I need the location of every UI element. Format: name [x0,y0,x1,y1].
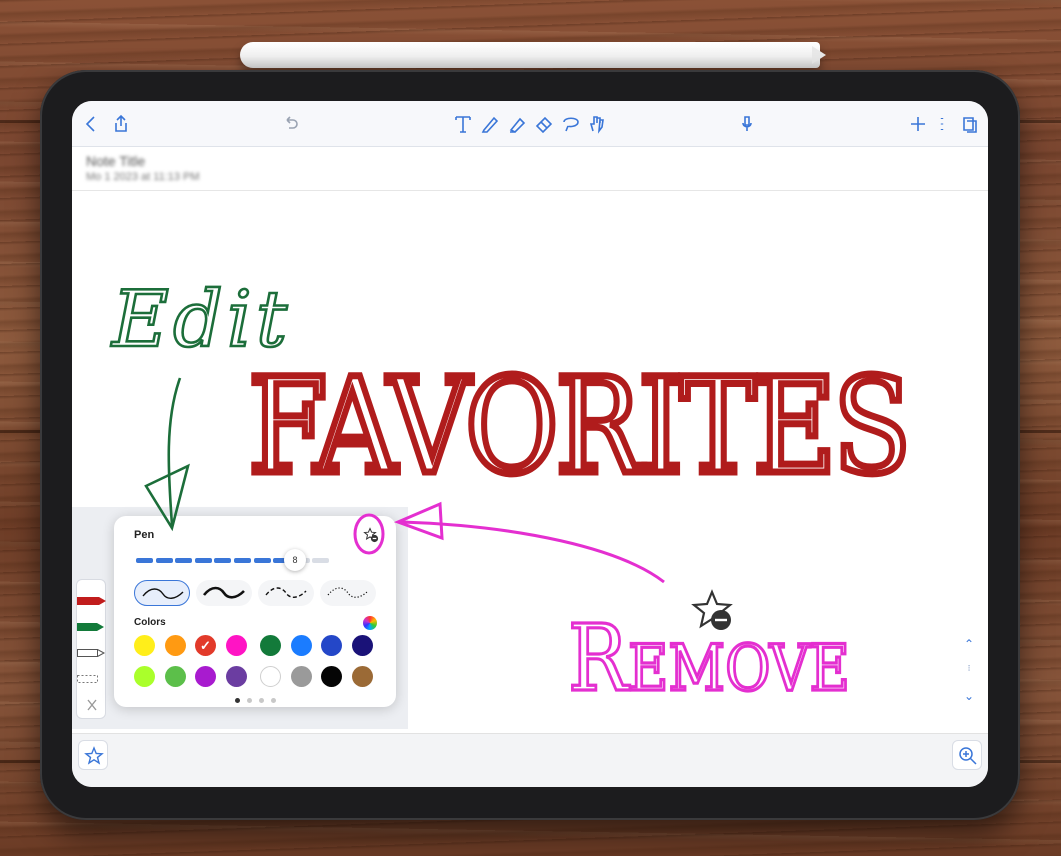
favorite-pen-green[interactable] [77,620,107,634]
eraser-tool-icon[interactable] [533,113,555,135]
apple-pencil [240,42,820,68]
color-swatch[interactable] [351,666,373,687]
slider-segment [214,558,232,563]
pages-icon[interactable] [958,113,980,135]
page-dot[interactable] [259,698,264,703]
note-header: Note Title Mo 1 2023 at 11:13 PM [72,147,988,191]
color-swatch[interactable] [195,635,216,656]
bottom-bar [72,733,988,787]
star-minus-icon [363,527,379,543]
color-swatch[interactable] [225,635,247,656]
favorites-star-button[interactable] [78,740,108,770]
page-dot[interactable] [235,698,240,703]
color-swatch[interactable] [164,666,186,687]
note-date: Mo 1 2023 at 11:13 PM [86,171,200,183]
more-icon[interactable] [931,113,953,135]
stroke-style-smooth-fine[interactable] [134,580,190,606]
top-toolbar [72,101,988,147]
color-swatch[interactable] [260,666,281,687]
hand-tool-icon[interactable] [586,113,608,135]
highlighter-tool-icon[interactable] [506,113,528,135]
color-swatch[interactable] [195,666,216,687]
color-swatch[interactable] [225,666,247,687]
lasso-tool-icon[interactable] [560,113,582,135]
slider-segment [136,558,153,563]
remove-favorite-button[interactable] [363,527,379,543]
favorite-pen-red[interactable] [77,594,107,608]
color-swatch[interactable] [351,635,373,656]
pen-label: Pen [134,529,155,541]
slider-segment [155,558,173,563]
colors-label: Colors [134,617,166,628]
color-swatch[interactable] [290,666,312,687]
favorite-pen-outline[interactable] [77,646,107,660]
apple-pencil-tip [812,46,826,64]
color-picker-icon[interactable] [363,616,377,630]
slider-segment [312,558,330,563]
color-swatch[interactable] [290,635,312,656]
color-swatch[interactable] [134,635,155,656]
page-navigator: ⌃ ⁝ ⌄ [960,637,978,717]
color-swatch[interactable] [260,635,281,656]
page-indicator-icon: ⁝ [967,663,971,673]
slider-segment [253,558,271,563]
slider-segment [194,558,212,563]
zoom-button[interactable] [952,740,982,770]
undo-icon[interactable] [280,113,302,135]
microphone-icon[interactable] [736,113,758,135]
page-dot[interactable] [271,698,276,703]
share-icon[interactable] [110,113,132,135]
color-swatch[interactable] [134,666,155,687]
favorite-pens-rail [76,579,106,719]
pen-settings-popover: Pen 8 Colors [114,516,396,707]
back-icon[interactable] [80,113,102,135]
color-swatch[interactable] [321,635,342,656]
note-title[interactable]: Note Title [86,153,145,169]
favorite-pen-dashed[interactable] [77,672,107,686]
pen-tool-icon[interactable] [479,113,501,135]
add-icon[interactable] [907,113,929,135]
pen-size-knob[interactable]: 8 [284,549,306,571]
color-swatch[interactable] [321,666,342,687]
page-up-icon[interactable]: ⌃ [960,637,978,651]
stroke-style-smooth-bold[interactable] [196,580,252,606]
slider-segment [175,558,193,563]
page-dot[interactable] [247,698,252,703]
close-icon[interactable] [77,698,107,712]
color-swatch[interactable] [164,635,186,656]
slider-segment [234,558,251,563]
star-icon [84,746,104,765]
stroke-style-dotted[interactable] [320,580,376,606]
page-down-icon[interactable]: ⌄ [960,689,978,703]
text-tool-icon[interactable] [452,113,474,135]
stroke-style-dashed[interactable] [258,580,314,606]
zoom-in-icon [959,747,977,765]
